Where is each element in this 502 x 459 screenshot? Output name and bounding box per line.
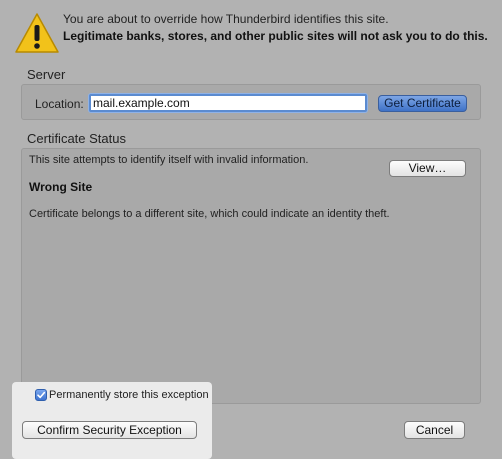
permanently-store-label: Permanently store this exception xyxy=(49,389,209,401)
identity-text: This site attempts to identify itself wi… xyxy=(29,154,309,166)
warning-emphasis: Legitimate banks, stores, and other publ… xyxy=(63,29,488,43)
location-label: Location: xyxy=(35,97,84,111)
cancel-button[interactable]: Cancel xyxy=(404,421,465,439)
warning-message: You are about to override how Thunderbir… xyxy=(63,12,389,26)
problem-description: Certificate belongs to a different site,… xyxy=(29,208,390,220)
warning-icon xyxy=(15,13,59,53)
get-certificate-button[interactable]: Get Certificate xyxy=(378,95,467,112)
problem-title: Wrong Site xyxy=(29,180,93,194)
confirm-security-exception-button[interactable]: Confirm Security Exception xyxy=(22,421,197,439)
certificate-status-title: Certificate Status xyxy=(27,131,126,146)
permanently-store-checkbox[interactable] xyxy=(35,389,47,401)
view-button[interactable]: View… xyxy=(389,160,466,177)
server-section-title: Server xyxy=(27,67,66,82)
checkmark-icon xyxy=(37,391,46,399)
location-input[interactable] xyxy=(89,94,367,112)
